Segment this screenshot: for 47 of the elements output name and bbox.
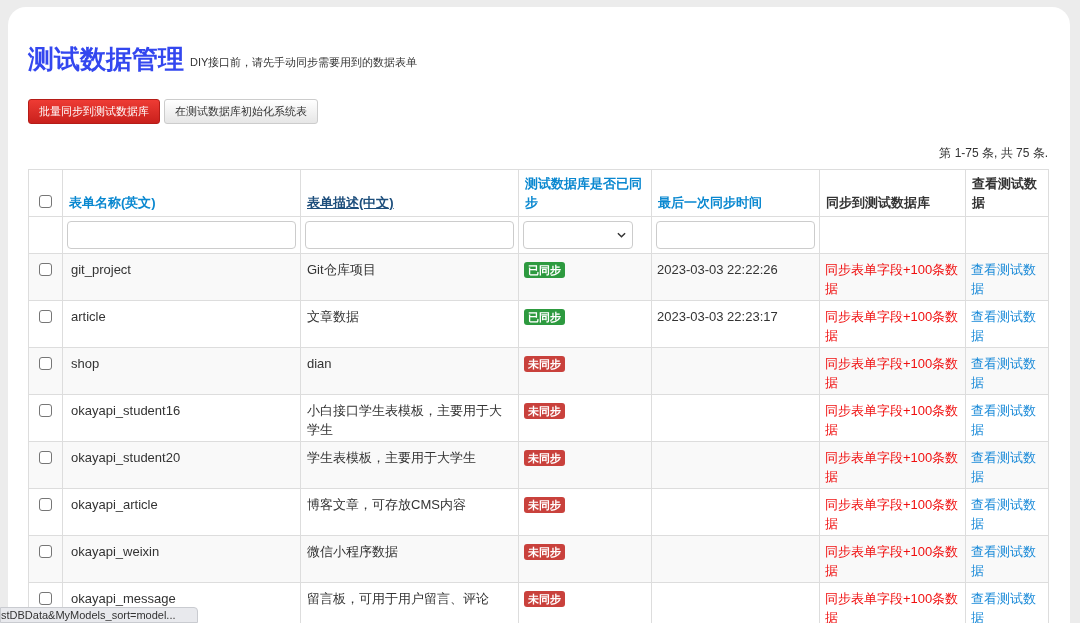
table-name: okayapi_weixin: [71, 544, 160, 559]
checkbox[interactable]: [39, 404, 52, 417]
table-name: shop: [71, 356, 100, 371]
table-description: 小白接口学生表模板，主要用于大学生: [307, 403, 502, 437]
sync-time: 2023-03-03 22:23:17: [657, 309, 778, 324]
table-name: git_project: [71, 262, 131, 277]
table-description: 博客文章，可存放CMS内容: [307, 497, 466, 512]
checkbox[interactable]: [39, 357, 52, 370]
chevron-down-icon: [617, 232, 626, 238]
table-name: okayapi_article: [71, 497, 158, 512]
init-tables-button[interactable]: 在测试数据库初始化系统表: [164, 99, 318, 124]
checkbox[interactable]: [39, 263, 52, 276]
checkbox[interactable]: [39, 498, 52, 511]
table-description: 留言板，可用于用户留言、评论: [307, 591, 489, 606]
page-title: 测试数据管理: [28, 43, 184, 75]
checkbox[interactable]: [39, 592, 52, 605]
table-description: dian: [307, 356, 332, 371]
sync-status-badge: 未同步: [524, 591, 565, 607]
sync-status-badge: 已同步: [524, 309, 565, 325]
checkbox[interactable]: [39, 451, 52, 464]
table-description: Git仓库项目: [307, 262, 376, 277]
page-subtitle: DIY接口前，请先手动同步需要用到的数据表单: [190, 54, 418, 70]
sync-status-badge: 未同步: [524, 450, 565, 466]
sync-status-badge: 未同步: [524, 356, 565, 372]
checkbox[interactable]: [39, 310, 52, 323]
filter-field[interactable]: [67, 221, 296, 249]
pagination-summary: 第 1-75 条, 共 75 条.: [939, 145, 1048, 162]
table-name: okayapi_student20: [71, 450, 181, 465]
table-description: 文章数据: [307, 309, 359, 324]
sync-status-badge: 已同步: [524, 262, 565, 278]
checkbox[interactable]: [39, 545, 52, 558]
table-description: 微信小程序数据: [307, 544, 398, 559]
table-name: okayapi_message: [71, 591, 176, 606]
sync-time: 2023-03-03 22:22:26: [657, 262, 778, 277]
filter-field[interactable]: [656, 221, 815, 249]
column-header: 查看测试数据: [972, 176, 1037, 210]
table-name: article: [71, 309, 106, 324]
batch-sync-button[interactable]: 批量同步到测试数据库: [28, 99, 160, 124]
checkbox[interactable]: [39, 194, 52, 208]
column-header: 同步到测试数据库: [826, 195, 930, 210]
sync-status-badge: 未同步: [524, 544, 565, 560]
sync-status-badge: 未同步: [524, 497, 565, 513]
table-name: okayapi_student16: [71, 403, 181, 418]
table-description: 学生表模板，主要用于大学生: [307, 450, 476, 465]
sync-status-badge: 未同步: [524, 403, 565, 419]
filter-field[interactable]: [305, 221, 514, 249]
status-bar-url: stDBData&MyModels_sort=model...: [0, 607, 198, 623]
